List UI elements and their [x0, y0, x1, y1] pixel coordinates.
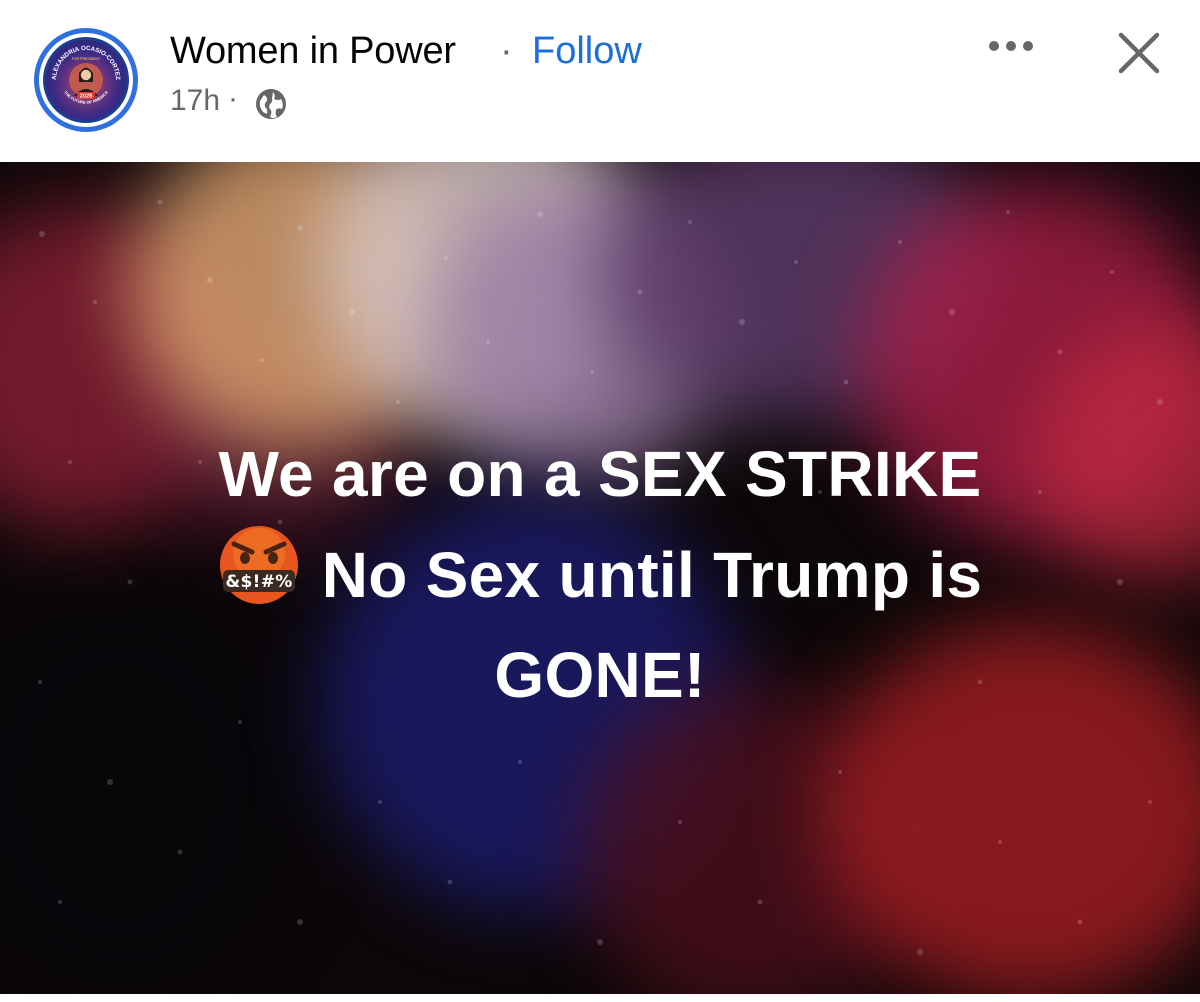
name-separator: ·	[500, 30, 513, 72]
emoji-symbols-text: &$!#%	[225, 572, 292, 592]
meta-separator: ·	[228, 82, 238, 115]
post-footer-divider	[0, 994, 1200, 1002]
page-avatar[interactable]: ALEXANDRIA OCASIO-CORTEZ FOR PRESIDENT 2…	[34, 28, 138, 132]
post-text-line-2: &$!#% No Sex until Trump is	[60, 524, 1140, 625]
face-with-symbols-on-mouth-icon: &$!#%	[219, 526, 298, 604]
post-timestamp[interactable]: 17h	[170, 84, 220, 118]
avatar-ring-subtext: FOR PRESIDENT	[72, 57, 101, 61]
close-icon[interactable]	[1116, 30, 1162, 76]
post-text: We are on a SEX STRIKE &$!#% No Sex unti…	[60, 424, 1140, 725]
follow-button[interactable]: Follow	[532, 30, 642, 73]
post-background-image[interactable]: We are on a SEX STRIKE &$!#% No Sex unti…	[0, 162, 1200, 994]
globe-icon	[256, 89, 286, 119]
post-text-line-2-label: No Sex until Trump is	[321, 539, 983, 611]
post-header: ALEXANDRIA OCASIO-CORTEZ FOR PRESIDENT 2…	[0, 0, 1200, 162]
facebook-post: ALEXANDRIA OCASIO-CORTEZ FOR PRESIDENT 2…	[0, 0, 1200, 1002]
page-name[interactable]: Women in Power	[170, 30, 456, 73]
post-text-line-3: GONE!	[494, 639, 706, 711]
more-horizontal-icon[interactable]	[988, 36, 1034, 56]
avatar-badge-year: 2028	[80, 94, 92, 100]
avatar-badge-image: ALEXANDRIA OCASIO-CORTEZ FOR PRESIDENT 2…	[43, 37, 129, 123]
post-text-line-1: We are on a SEX STRIKE	[218, 438, 982, 510]
